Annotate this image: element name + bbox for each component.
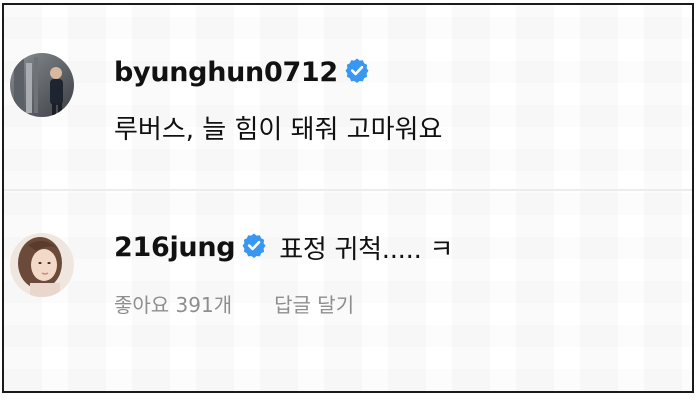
comment-username-line: 216jung 표정 귀척..... ㅋ: [114, 229, 453, 266]
avatar[interactable]: [10, 233, 74, 297]
comment-item: byunghun0712 루버스, 늘 힘이 돼줘 고마워요: [4, 5, 692, 189]
comment-item: 216jung 표정 귀척..... ㅋ 좋아요 391개 답글 달기: [4, 191, 692, 391]
username[interactable]: 216jung: [114, 232, 236, 263]
comment-text: 표정 귀척..... ㅋ: [279, 235, 454, 265]
username[interactable]: byunghun0712: [114, 57, 338, 88]
likes-count-link[interactable]: 좋아요 391개: [114, 289, 232, 318]
avatar[interactable]: [10, 53, 74, 117]
comment-text: 루버스, 늘 힘이 돼줘 고마워요: [114, 115, 443, 145]
screenshot-frame: byunghun0712 루버스, 늘 힘이 돼줘 고마워요 216jung 표…: [2, 3, 694, 393]
verified-badge-icon: [344, 57, 370, 83]
comment-meta: 좋아요 391개 답글 달기: [114, 289, 354, 318]
reply-button[interactable]: 답글 달기: [274, 289, 354, 318]
comment-username-line: byunghun0712: [114, 57, 370, 88]
verified-badge-icon: [241, 232, 267, 258]
